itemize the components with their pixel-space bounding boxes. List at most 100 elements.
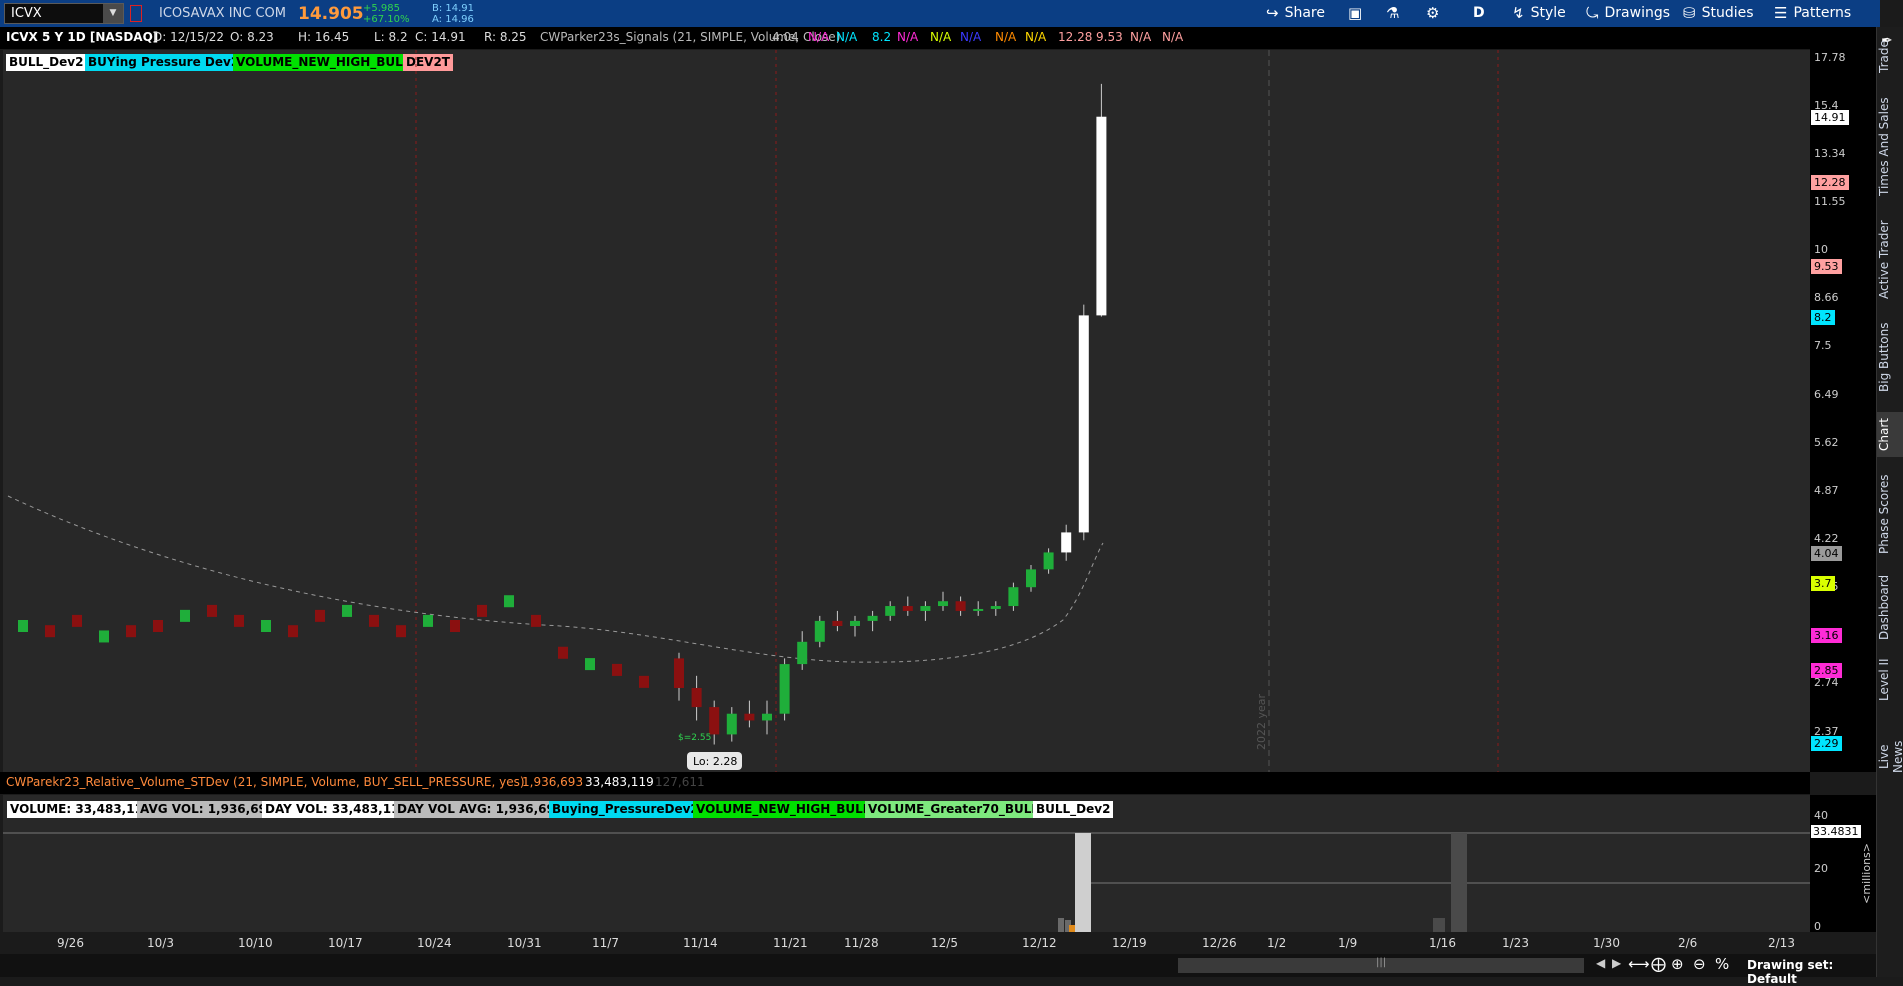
volume-tag: 33.4831: [1811, 825, 1861, 838]
volume-badge: VOLUME_NEW_HIGH_BULL: [693, 801, 874, 818]
volume-badge: VOLUME: 33,483,119: [7, 801, 155, 818]
side-tab-chart[interactable]: Chart: [1877, 412, 1903, 457]
price-tick: 5.62: [1814, 435, 1839, 449]
horizontal-scrollbar[interactable]: |||: [1178, 957, 1584, 973]
chart-title[interactable]: ICVX 5 Y 1D [NASDAQ]: [6, 30, 158, 44]
price-tag: 4.04: [1811, 546, 1842, 562]
date-tick: 1/30: [1593, 936, 1620, 950]
volume-badges: VOLUME: 33,483,119 AVG VOL: 1,936,693 DA…: [3, 795, 1810, 825]
flag-icon[interactable]: [130, 5, 142, 22]
date-tick: 2/6: [1678, 936, 1698, 950]
date-tick: 10/10: [238, 936, 273, 950]
candle-body: [423, 614, 433, 627]
candlestick-plot[interactable]: 2022 year Lo: 2.28 $=2.55: [3, 50, 1810, 772]
crosshair-icon[interactable]: ⨁: [1651, 955, 1666, 973]
volume-study-value: 1,936,693: [522, 775, 584, 789]
studies-lab-button[interactable]: ⚗: [1386, 0, 1399, 27]
volume-bar: [1058, 918, 1064, 932]
symbol-dropdown-icon[interactable]: ▼: [103, 4, 123, 23]
candle-body: [207, 604, 217, 617]
date-tick: 12/26: [1202, 936, 1237, 950]
candle-body: [261, 620, 271, 633]
study-value: N/A: [1162, 30, 1184, 44]
right-side-panel: ✒ Trade Times And Sales Active Trader Big B…: [1876, 27, 1903, 977]
side-tab-times-and-sales[interactable]: Times And Sales: [1877, 97, 1903, 197]
period-button[interactable]: D: [1473, 0, 1485, 27]
study-value: N/A: [995, 30, 1017, 44]
side-tab-big-buttons[interactable]: Big Buttons: [1877, 317, 1903, 397]
price-tag: 8.2: [1811, 309, 1835, 325]
top-toolbar: ICVX ▼ ICOSAVAX INC COM 14.905 +5.985 +6…: [0, 0, 1880, 27]
side-tab-dashboard[interactable]: Dashboard: [1877, 572, 1903, 642]
price-tick: 6.49: [1814, 387, 1839, 401]
studies-button[interactable]: ⛁ Studies: [1683, 0, 1754, 27]
price-tag: 3.16: [1811, 628, 1842, 644]
scroll-right-icon[interactable]: ▶: [1612, 956, 1621, 970]
date-tick: 10/3: [147, 936, 174, 950]
period-label: D: [1473, 5, 1485, 21]
patterns-button[interactable]: ☰ Patterns: [1774, 0, 1851, 27]
pan-icon[interactable]: ⟷: [1628, 955, 1650, 973]
net-change: +5.985: [363, 3, 401, 14]
volume-study-title[interactable]: CWParekr23_Relative_Volume_STDev (21, SI…: [6, 775, 525, 789]
price-tick: 13.34: [1814, 146, 1846, 160]
chart-info-bar: ICVX 5 Y 1D [NASDAQ] D: 12/15/22 O: 8.23…: [0, 27, 1810, 49]
candle-body: [920, 606, 931, 611]
volume-tick: 40: [1814, 809, 1828, 822]
price-tick: 11.55: [1814, 195, 1846, 209]
candle-body: [342, 604, 352, 617]
price-tick: 17.78: [1814, 50, 1846, 64]
date-tick: 12/19: [1112, 936, 1147, 950]
price-tag: 9.53: [1811, 259, 1842, 275]
last-price: 14.905: [298, 4, 364, 24]
volume-study-value: 33,483,119: [585, 775, 654, 789]
candle-body: [612, 663, 622, 676]
ask-price: A: 14.96: [432, 14, 474, 25]
side-tab-active-trader[interactable]: Active Trader: [1877, 217, 1903, 302]
candle-body: [315, 609, 325, 622]
candle-body: [504, 595, 514, 608]
zoom-in-icon[interactable]: ⊕: [1671, 955, 1684, 973]
snapshot-button[interactable]: ▣: [1348, 0, 1362, 27]
candle-body: [938, 601, 948, 607]
share-button[interactable]: ↪ Share: [1266, 0, 1325, 27]
percent-icon[interactable]: %: [1715, 955, 1729, 973]
drawings-button[interactable]: ⤿ Drawings: [1586, 0, 1670, 27]
scroll-left-icon[interactable]: ◀: [1596, 956, 1605, 970]
low-label: Lo: 2.28: [693, 755, 737, 768]
symbol-text[interactable]: ICVX: [11, 6, 42, 21]
side-tab-level-ii[interactable]: Level II: [1877, 655, 1903, 705]
style-button[interactable]: ↯ Style: [1512, 0, 1566, 27]
candles-group: [18, 83, 1107, 745]
settings-button[interactable]: ⚙: [1426, 0, 1439, 27]
price-tag: 2.85: [1811, 662, 1842, 678]
study-value: N/A: [960, 30, 982, 44]
volume-plot[interactable]: [3, 825, 1810, 932]
date-tick: 10/17: [328, 936, 363, 950]
study-value: 12.28: [1058, 30, 1093, 44]
side-tab-phase-scores[interactable]: Phase Scores: [1877, 472, 1903, 557]
side-tab-live-news[interactable]: Live News: [1877, 727, 1903, 787]
candle-body: [973, 608, 984, 611]
symbol-input[interactable]: ICVX ▼: [4, 3, 124, 24]
date-tick: 11/7: [592, 936, 619, 950]
price-chart[interactable]: BULL_Dev2 BUYing Pressure Dev2 VOLUME_NE…: [3, 50, 1810, 772]
drawing-set-label[interactable]: Drawing set: Default: [1747, 958, 1876, 986]
zoom-out-icon[interactable]: ⊖: [1693, 955, 1706, 973]
studies-label: Studies: [1701, 5, 1754, 21]
scroll-grip-icon[interactable]: |||: [1376, 957, 1386, 968]
side-tab-trade[interactable]: Trade: [1877, 37, 1903, 77]
study-value: N/A: [1130, 30, 1152, 44]
candle-body: [234, 614, 244, 627]
price-tag: 2.29: [1811, 736, 1842, 752]
volume-chart[interactable]: [3, 825, 1810, 932]
moving-average-line: [7, 495, 1104, 663]
annotations: Lo: 2.28 $=2.55: [678, 733, 742, 770]
candle-body: [126, 625, 136, 638]
share-label: Share: [1284, 5, 1325, 21]
candle-body: [867, 615, 878, 621]
study-value: 8.2: [872, 30, 892, 44]
volume-unit: <millions>: [1860, 843, 1873, 904]
percent-change: +67.10%: [363, 14, 410, 25]
volume-axis[interactable]: 40 20 0 33.4831 <millions>: [1810, 795, 1876, 933]
